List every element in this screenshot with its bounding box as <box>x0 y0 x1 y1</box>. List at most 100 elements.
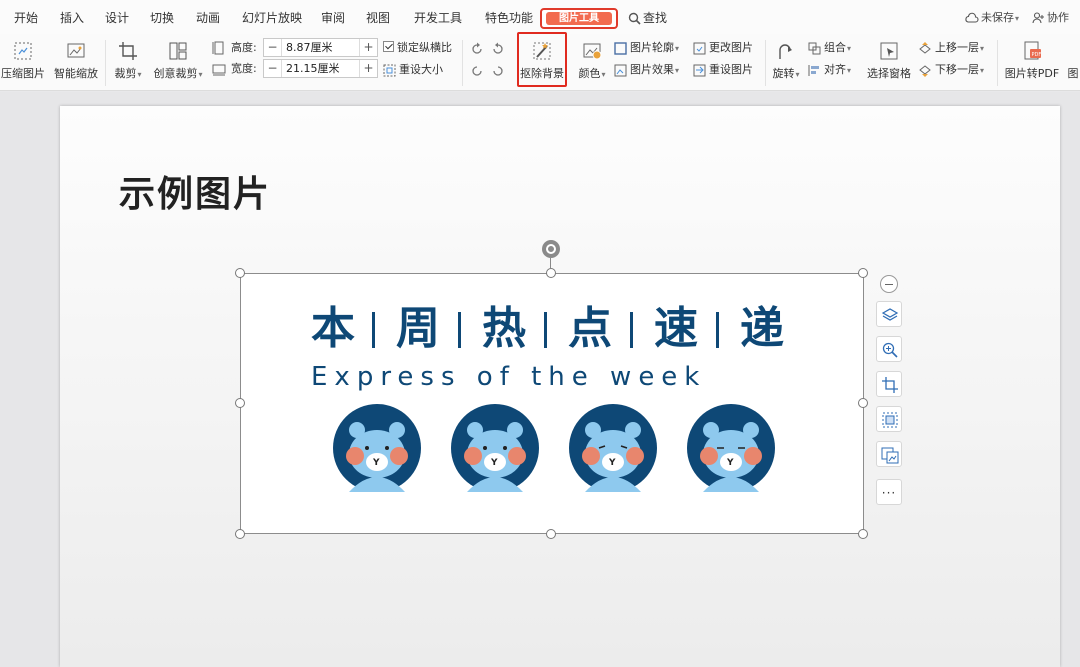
rotate-label: 旋转 <box>772 67 795 80</box>
headline-divider <box>630 312 633 348</box>
resize-handle-top[interactable] <box>546 268 556 278</box>
resize-handle-left[interactable] <box>235 398 245 408</box>
truncated-ribbon-button[interactable]: 图 <box>1066 40 1080 81</box>
picture-to-pdf-label: 图片转PDF <box>1004 67 1060 80</box>
slide-title[interactable]: 示例图片 <box>119 165 271 217</box>
collaborate-button[interactable]: 协作 <box>1032 9 1069 27</box>
menu-bar: 开始 插入 设计 切换 动画 幻灯片放映 审阅 视图 开发工具 特色功能 图片工… <box>0 0 1080 34</box>
quick-remove-background-button[interactable] <box>876 406 902 432</box>
truncated-icon-placeholder <box>1066 40 1080 65</box>
resize-handle-bottom-left[interactable] <box>235 529 245 539</box>
picture-subtitle: Express of the week <box>311 362 707 392</box>
menu-insert[interactable]: 插入 <box>60 9 84 27</box>
zoom-in-button[interactable] <box>876 336 902 362</box>
bring-forward-button[interactable]: 上移一层▾ <box>918 39 984 57</box>
lock-aspect-ratio-checkbox[interactable]: 锁定纵横比 <box>383 39 452 57</box>
collaborate-label: 协作 <box>1047 11 1069 24</box>
headline-divider <box>458 312 461 348</box>
cloud-icon <box>965 12 979 23</box>
selection-pane-button[interactable]: 选择窗格 <box>864 40 914 81</box>
picture-effects-button[interactable]: 图片效果▾ <box>614 61 679 79</box>
rotate-left-icon[interactable] <box>470 42 484 56</box>
search-button[interactable]: 查找 <box>628 9 667 27</box>
rotate-icon <box>779 44 792 59</box>
more-icon: ··· <box>881 486 897 500</box>
more-options-button[interactable]: ··· <box>876 479 902 505</box>
menu-special[interactable]: 特色功能 <box>485 9 533 27</box>
picture-to-pdf-button[interactable]: PDF 图片转PDF <box>1003 40 1061 81</box>
picture-outline-label: 图片轮廓 <box>630 41 674 54</box>
width-field[interactable]: − 21.15厘米 + <box>263 59 378 78</box>
menu-design[interactable]: 设计 <box>105 9 129 27</box>
resize-handle-right[interactable] <box>858 398 868 408</box>
picture-outline-button[interactable]: 图片轮廓▾ <box>614 39 679 57</box>
menu-slideshow[interactable]: 幻灯片放映 <box>242 9 302 27</box>
width-value[interactable]: 21.15厘米 <box>286 60 340 77</box>
menu-developer[interactable]: 开发工具 <box>414 9 462 27</box>
chevron-down-icon: ▾ <box>601 70 606 79</box>
creative-crop-button[interactable]: 创意裁剪▾ <box>151 40 205 81</box>
menu-view[interactable]: 视图 <box>366 9 390 27</box>
width-label: 宽度: <box>231 62 257 75</box>
resize-handle-top-left[interactable] <box>235 268 245 278</box>
headline-char: 递 <box>740 303 784 354</box>
width-decrement-button[interactable]: − <box>264 60 282 77</box>
crop-label: 裁剪 <box>114 67 137 80</box>
creative-crop-label: 创意裁剪 <box>153 67 198 80</box>
height-increment-button[interactable]: + <box>359 39 377 56</box>
chevron-down-icon: ▾ <box>847 44 852 53</box>
crop-button[interactable]: 裁剪▾ <box>110 40 146 81</box>
smart-zoom-button[interactable]: 智能缩放 <box>52 40 100 81</box>
rotate-handle[interactable] <box>542 240 560 258</box>
flip-right-icon[interactable] <box>491 64 505 78</box>
replace-picture-button[interactable] <box>876 441 902 467</box>
creative-crop-icon <box>169 42 187 60</box>
selection-pane-label: 选择窗格 <box>867 67 911 80</box>
rotate-button[interactable]: 旋转▾ <box>769 40 803 81</box>
group-button[interactable]: 组合▾ <box>808 39 851 57</box>
headline-divider <box>544 312 547 348</box>
ribbon-separator <box>462 40 463 86</box>
chevron-down-icon: ▾ <box>980 66 985 75</box>
width-increment-button[interactable]: + <box>359 60 377 77</box>
bring-forward-label: 上移一层 <box>935 41 979 54</box>
group-icon <box>808 42 821 55</box>
menu-transitions[interactable]: 切换 <box>150 9 174 27</box>
color-button[interactable]: 颜色▾ <box>576 40 608 81</box>
rotate-right-icon[interactable] <box>491 42 505 56</box>
chevron-down-icon: ▾ <box>198 70 203 79</box>
height-decrement-button[interactable]: − <box>264 39 282 56</box>
menu-animations[interactable]: 动画 <box>196 9 220 27</box>
group-label: 组合 <box>824 41 846 54</box>
compress-label: 压缩图片 <box>1 67 45 80</box>
height-value[interactable]: 8.87厘米 <box>286 39 333 56</box>
layers-button[interactable] <box>876 301 902 327</box>
selected-picture[interactable]: 本 周 热 点 速 递 Express of the week Y Y Y Y <box>240 273 864 534</box>
menu-home[interactable]: 开始 <box>14 9 38 27</box>
checkbox-checked[interactable] <box>383 41 394 52</box>
lock-aspect-label: 锁定纵横比 <box>397 41 452 54</box>
unsaved-status[interactable]: 未保存▾ <box>964 9 1019 27</box>
resize-handle-bottom[interactable] <box>546 529 556 539</box>
compress-picture-button[interactable]: 压缩图片 <box>0 40 46 81</box>
flip-left-icon[interactable] <box>470 64 484 78</box>
change-picture-button[interactable]: 更改图片 <box>693 39 753 57</box>
reset-picture-icon <box>693 64 706 77</box>
quick-crop-button[interactable] <box>876 371 902 397</box>
tab-picture-tools[interactable]: 图片工具 <box>540 8 618 29</box>
bear-badge-text: Y <box>490 458 498 468</box>
reset-picture-button[interactable]: 重设图片 <box>693 61 753 79</box>
resize-handle-bottom-right[interactable] <box>858 529 868 539</box>
replace-picture-icon <box>881 447 899 464</box>
reset-size-button[interactable]: 重设大小 <box>383 61 443 79</box>
height-field[interactable]: − 8.87厘米 + <box>263 38 378 57</box>
resize-handle-top-right[interactable] <box>858 268 868 278</box>
send-backward-button[interactable]: 下移一层▾ <box>918 61 984 79</box>
align-icon <box>808 65 819 76</box>
headline-char: 本 <box>311 303 355 354</box>
align-button[interactable]: 对齐▾ <box>808 61 851 79</box>
compress-icon <box>14 42 32 60</box>
collapse-toolbar-button[interactable] <box>880 275 898 293</box>
zoom-in-icon <box>882 342 898 358</box>
menu-review[interactable]: 审阅 <box>321 9 345 27</box>
